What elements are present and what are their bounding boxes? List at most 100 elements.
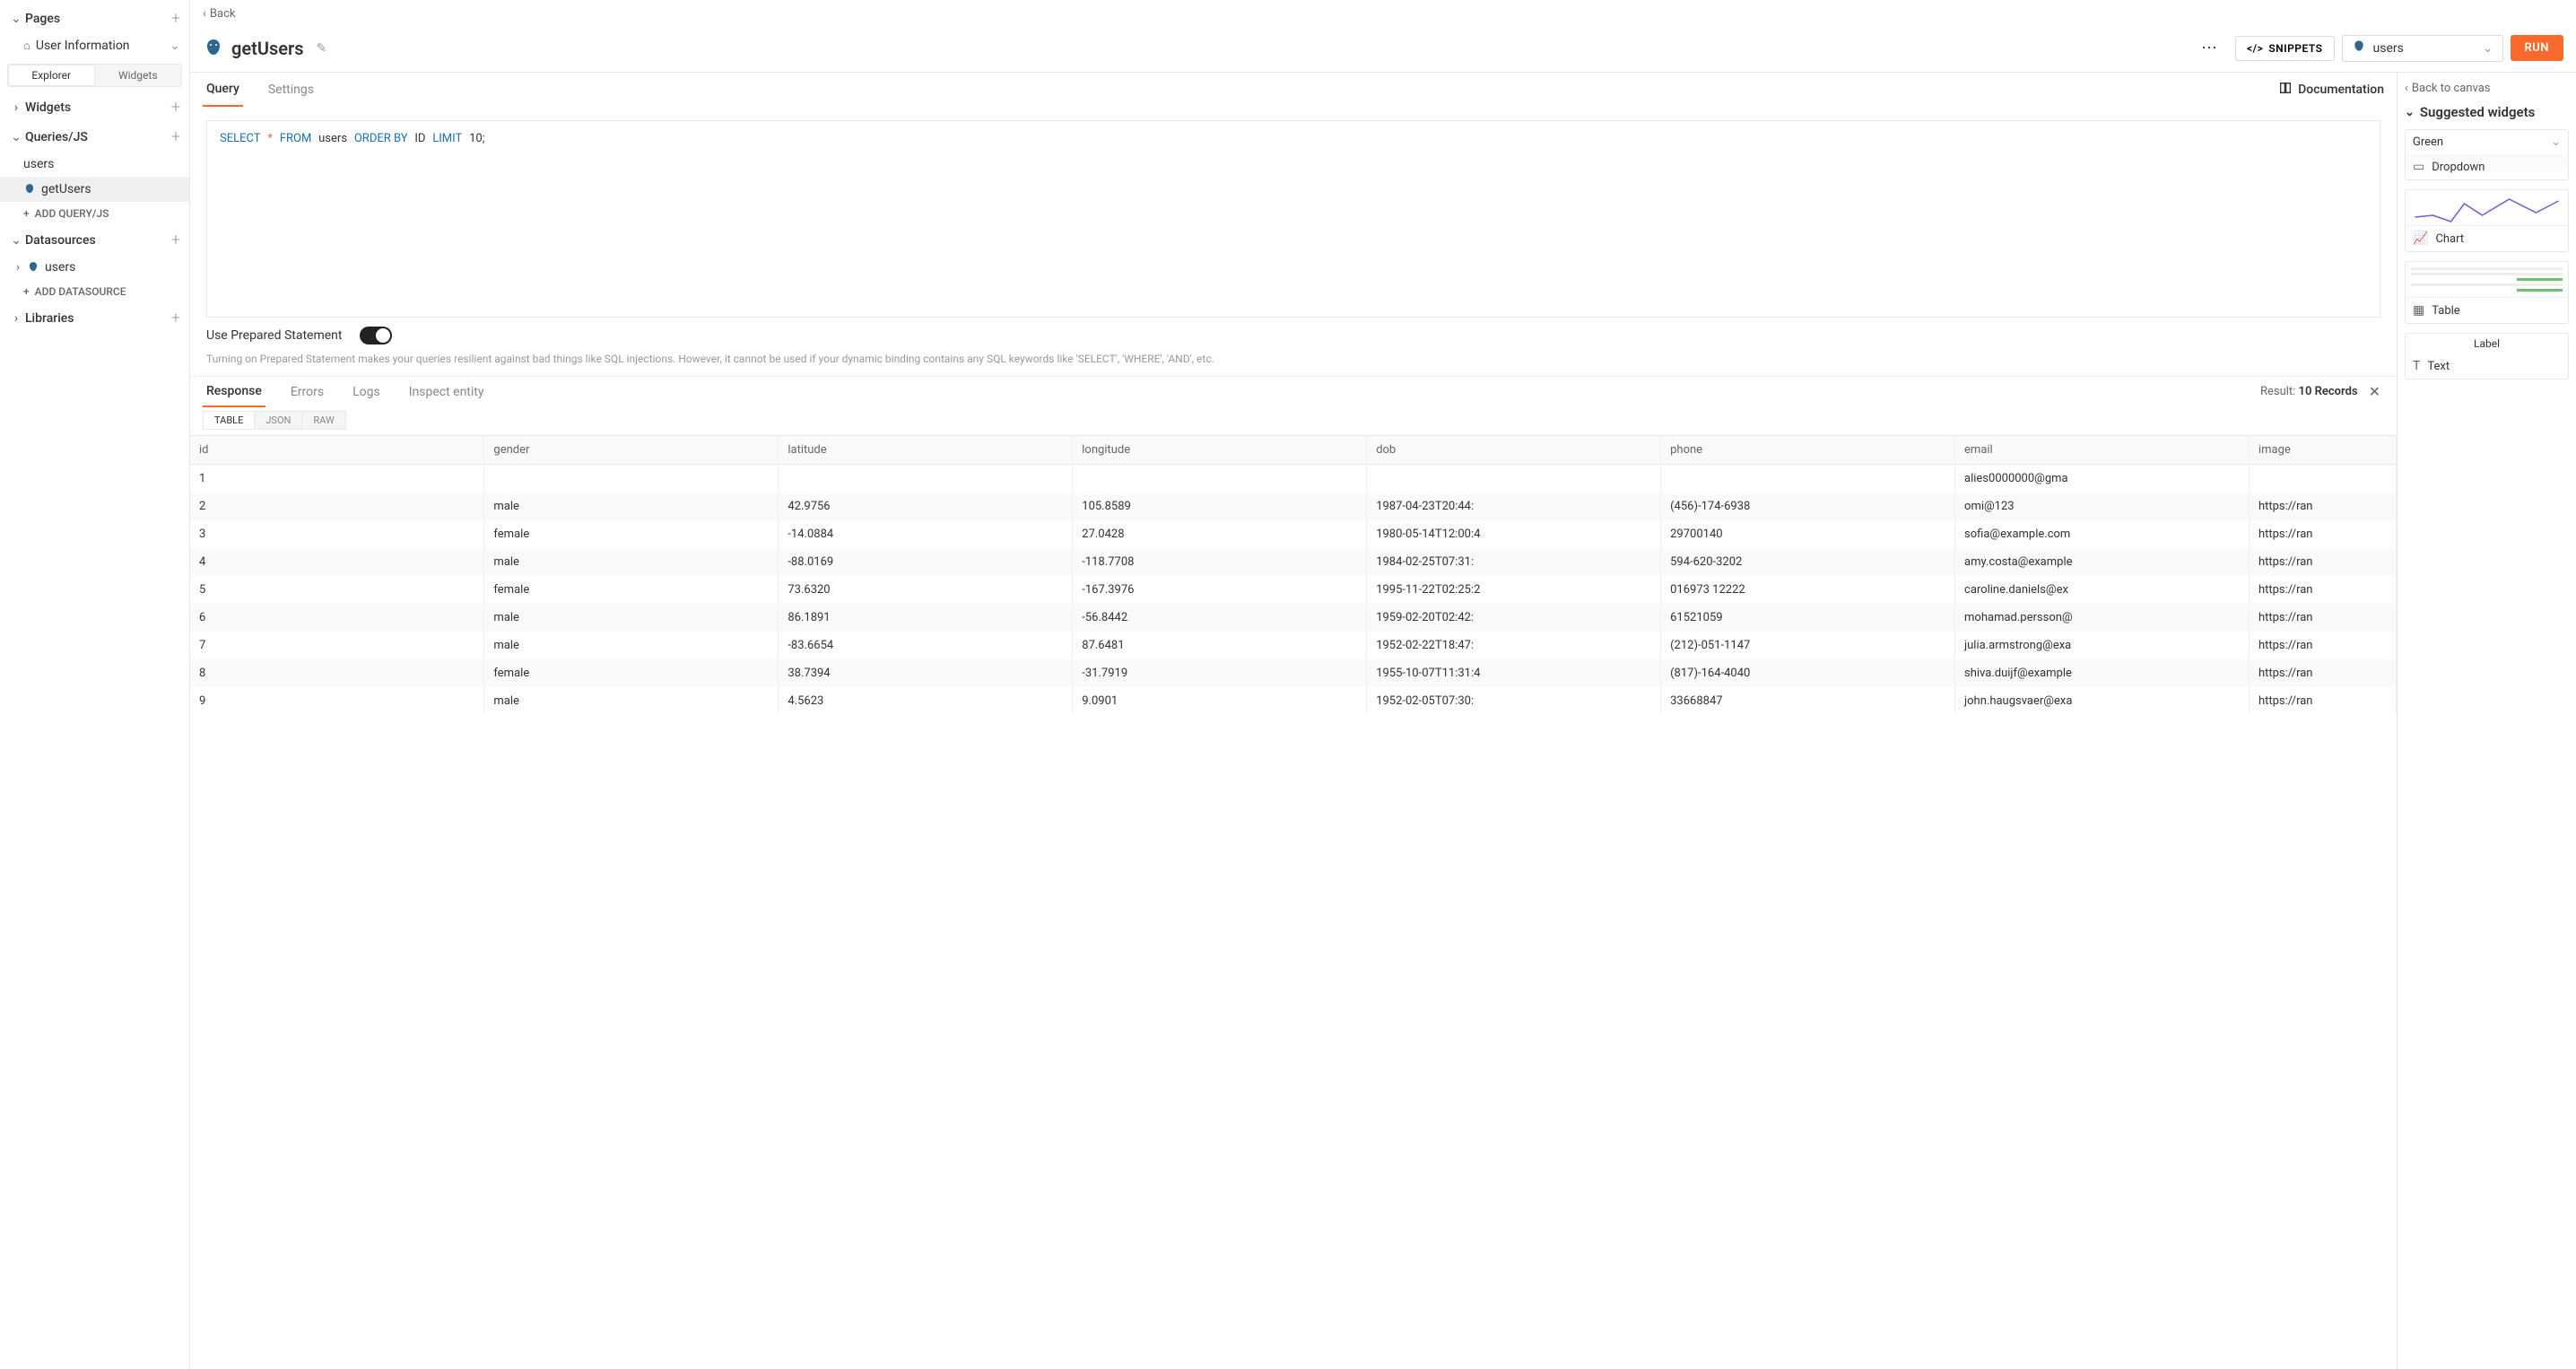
datasources-section[interactable]: ⌄ Datasources + xyxy=(0,225,189,255)
sidebar: ⌄ Pages + ⌂ User Information ⌄ Explorer … xyxy=(0,0,190,1369)
add-datasource-icon[interactable]: + xyxy=(171,231,180,249)
cell: mohamad.persson@ xyxy=(1955,604,2250,632)
add-widget-icon[interactable]: + xyxy=(171,98,180,117)
view-table[interactable]: TABLE xyxy=(203,411,254,430)
cell: 1987-04-23T20:44: xyxy=(1367,493,1661,520)
widget-card-text[interactable]: Label T Text xyxy=(2405,333,2569,379)
widget-card-table[interactable]: ▦ Table xyxy=(2405,261,2569,324)
col-longitude[interactable]: longitude xyxy=(1073,436,1367,465)
cell: 1952-02-05T07:30: xyxy=(1367,687,1661,715)
sql-editor[interactable]: SELECT * FROM users ORDER BY ID LIMIT 10… xyxy=(206,120,2380,318)
col-phone[interactable]: phone xyxy=(1661,436,1955,465)
home-icon: ⌂ xyxy=(23,39,30,53)
cell: https://ran xyxy=(2249,632,2396,659)
add-query-icon[interactable]: + xyxy=(171,127,180,146)
tab-response[interactable]: Response xyxy=(203,377,265,407)
table-row[interactable]: 2male42.9756105.85891987-04-23T20:44:(45… xyxy=(190,493,2397,520)
cell xyxy=(2249,464,2396,493)
table-row[interactable]: 5female73.6320-167.39761995-11-22T02:25:… xyxy=(190,576,2397,604)
col-id[interactable]: id xyxy=(190,436,484,465)
table-row[interactable]: 8female38.7394-31.79191955-10-07T11:31:4… xyxy=(190,659,2397,687)
cell: sofia@example.com xyxy=(1955,520,2250,548)
widget-preview-select: Green ⌄ xyxy=(2406,130,2568,154)
chevron-right-icon: › xyxy=(9,311,23,326)
view-raw[interactable]: RAW xyxy=(301,411,345,430)
tab-errors[interactable]: Errors xyxy=(287,378,327,406)
table-row[interactable]: 4male-88.0169-118.77081984-02-25T07:31:5… xyxy=(190,548,2397,576)
results-table-wrap[interactable]: idgenderlatitudelongitudedobphoneemailim… xyxy=(190,435,2397,1369)
col-latitude[interactable]: latitude xyxy=(779,436,1073,465)
page-item[interactable]: ⌂ User Information ⌄ xyxy=(0,33,189,58)
query-tabs: Query Settings Documentation xyxy=(190,73,2397,108)
edit-icon[interactable]: ✎ xyxy=(317,41,327,56)
col-image[interactable]: image xyxy=(2249,436,2396,465)
more-menu[interactable]: ⋯ xyxy=(2192,33,2228,63)
cell: https://ran xyxy=(2249,659,2396,687)
cell: 9.0901 xyxy=(1073,687,1367,715)
chart-icon: 📈 xyxy=(2413,231,2428,246)
postgres-icon xyxy=(23,183,36,196)
cell: female xyxy=(484,659,779,687)
table-row[interactable]: 6male86.1891-56.84421959-02-20T02:42:615… xyxy=(190,604,2397,632)
cell: (817)-164-4040 xyxy=(1661,659,1955,687)
cell: 1 xyxy=(190,464,484,493)
query-item-getusers[interactable]: getUsers xyxy=(0,177,189,202)
prepared-toggle[interactable] xyxy=(360,327,392,344)
close-icon[interactable]: ✕ xyxy=(2365,379,2384,404)
table-row[interactable]: 1alies0000000@gma xyxy=(190,464,2397,493)
run-button[interactable]: RUN xyxy=(2511,35,2564,61)
cell: male xyxy=(484,548,779,576)
col-dob[interactable]: dob xyxy=(1367,436,1661,465)
cell: https://ran xyxy=(2249,604,2396,632)
cell: 2 xyxy=(190,493,484,520)
add-page-icon[interactable]: + xyxy=(171,9,180,28)
chevron-down-icon: ⌄ xyxy=(170,39,180,53)
datasource-item[interactable]: › users xyxy=(0,255,189,280)
documentation-link[interactable]: Documentation xyxy=(2278,81,2384,99)
libraries-section[interactable]: › Libraries + xyxy=(0,303,189,333)
cell: 33668847 xyxy=(1661,687,1955,715)
table-row[interactable]: 3female-14.088427.04281980-05-14T12:00:4… xyxy=(190,520,2397,548)
snippets-button[interactable]: </> SNIPPETS xyxy=(2235,36,2335,61)
add-query-button[interactable]: +ADD QUERY/JS xyxy=(0,202,189,225)
col-email[interactable]: email xyxy=(1955,436,2250,465)
add-library-icon[interactable]: + xyxy=(171,309,180,327)
back-to-canvas[interactable]: ‹ Back to canvas xyxy=(2405,82,2569,95)
book-icon xyxy=(2278,81,2293,99)
widget-card-select[interactable]: Green ⌄ ▭ Dropdown xyxy=(2405,129,2569,180)
pages-label: Pages xyxy=(25,12,60,26)
add-datasource-button[interactable]: +ADD DATASOURCE xyxy=(0,280,189,303)
postgres-icon xyxy=(2352,39,2366,57)
queries-section[interactable]: ⌄ Queries/JS + xyxy=(0,122,189,152)
back-link[interactable]: ‹ Back xyxy=(190,0,2576,28)
tab-settings[interactable]: Settings xyxy=(265,74,318,106)
pages-section[interactable]: ⌄ Pages + xyxy=(0,4,189,33)
col-gender[interactable]: gender xyxy=(484,436,779,465)
cell: omi@123 xyxy=(1955,493,2250,520)
dropdown-icon: ▭ xyxy=(2413,160,2424,174)
tab-inspect[interactable]: Inspect entity xyxy=(405,378,488,406)
query-title: getUsers xyxy=(231,38,304,59)
response-tabs: Response Errors Logs Inspect entity Resu… xyxy=(190,376,2397,407)
widgets-section[interactable]: › Widgets + xyxy=(0,92,189,122)
tab-explorer[interactable]: Explorer xyxy=(8,65,95,86)
chevron-down-icon: ⌄ xyxy=(9,12,23,26)
tab-logs[interactable]: Logs xyxy=(349,378,384,406)
cell: (212)-051-1147 xyxy=(1661,632,1955,659)
cell: 7 xyxy=(190,632,484,659)
view-json[interactable]: JSON xyxy=(254,411,301,430)
tab-query[interactable]: Query xyxy=(203,73,243,107)
cell: -14.0884 xyxy=(779,520,1073,548)
cell: 1955-10-07T11:31:4 xyxy=(1367,659,1661,687)
datasource-select[interactable]: users ⌄ xyxy=(2342,35,2503,62)
tab-widgets[interactable]: Widgets xyxy=(95,65,182,86)
cell: 1980-05-14T12:00:4 xyxy=(1367,520,1661,548)
suggested-widgets-title[interactable]: ⌄ Suggested widgets xyxy=(2405,104,2569,120)
table-row[interactable]: 7male-83.665487.64811952-02-22T18:47:(21… xyxy=(190,632,2397,659)
widget-card-chart[interactable]: 📈 Chart xyxy=(2405,189,2569,252)
table-row[interactable]: 9male4.56239.09011952-02-05T07:30:336688… xyxy=(190,687,2397,715)
query-item-users[interactable]: users xyxy=(0,152,189,177)
cell: 016973 12222 xyxy=(1661,576,1955,604)
code-icon: </> xyxy=(2247,42,2263,55)
cell: 1984-02-25T07:31: xyxy=(1367,548,1661,576)
